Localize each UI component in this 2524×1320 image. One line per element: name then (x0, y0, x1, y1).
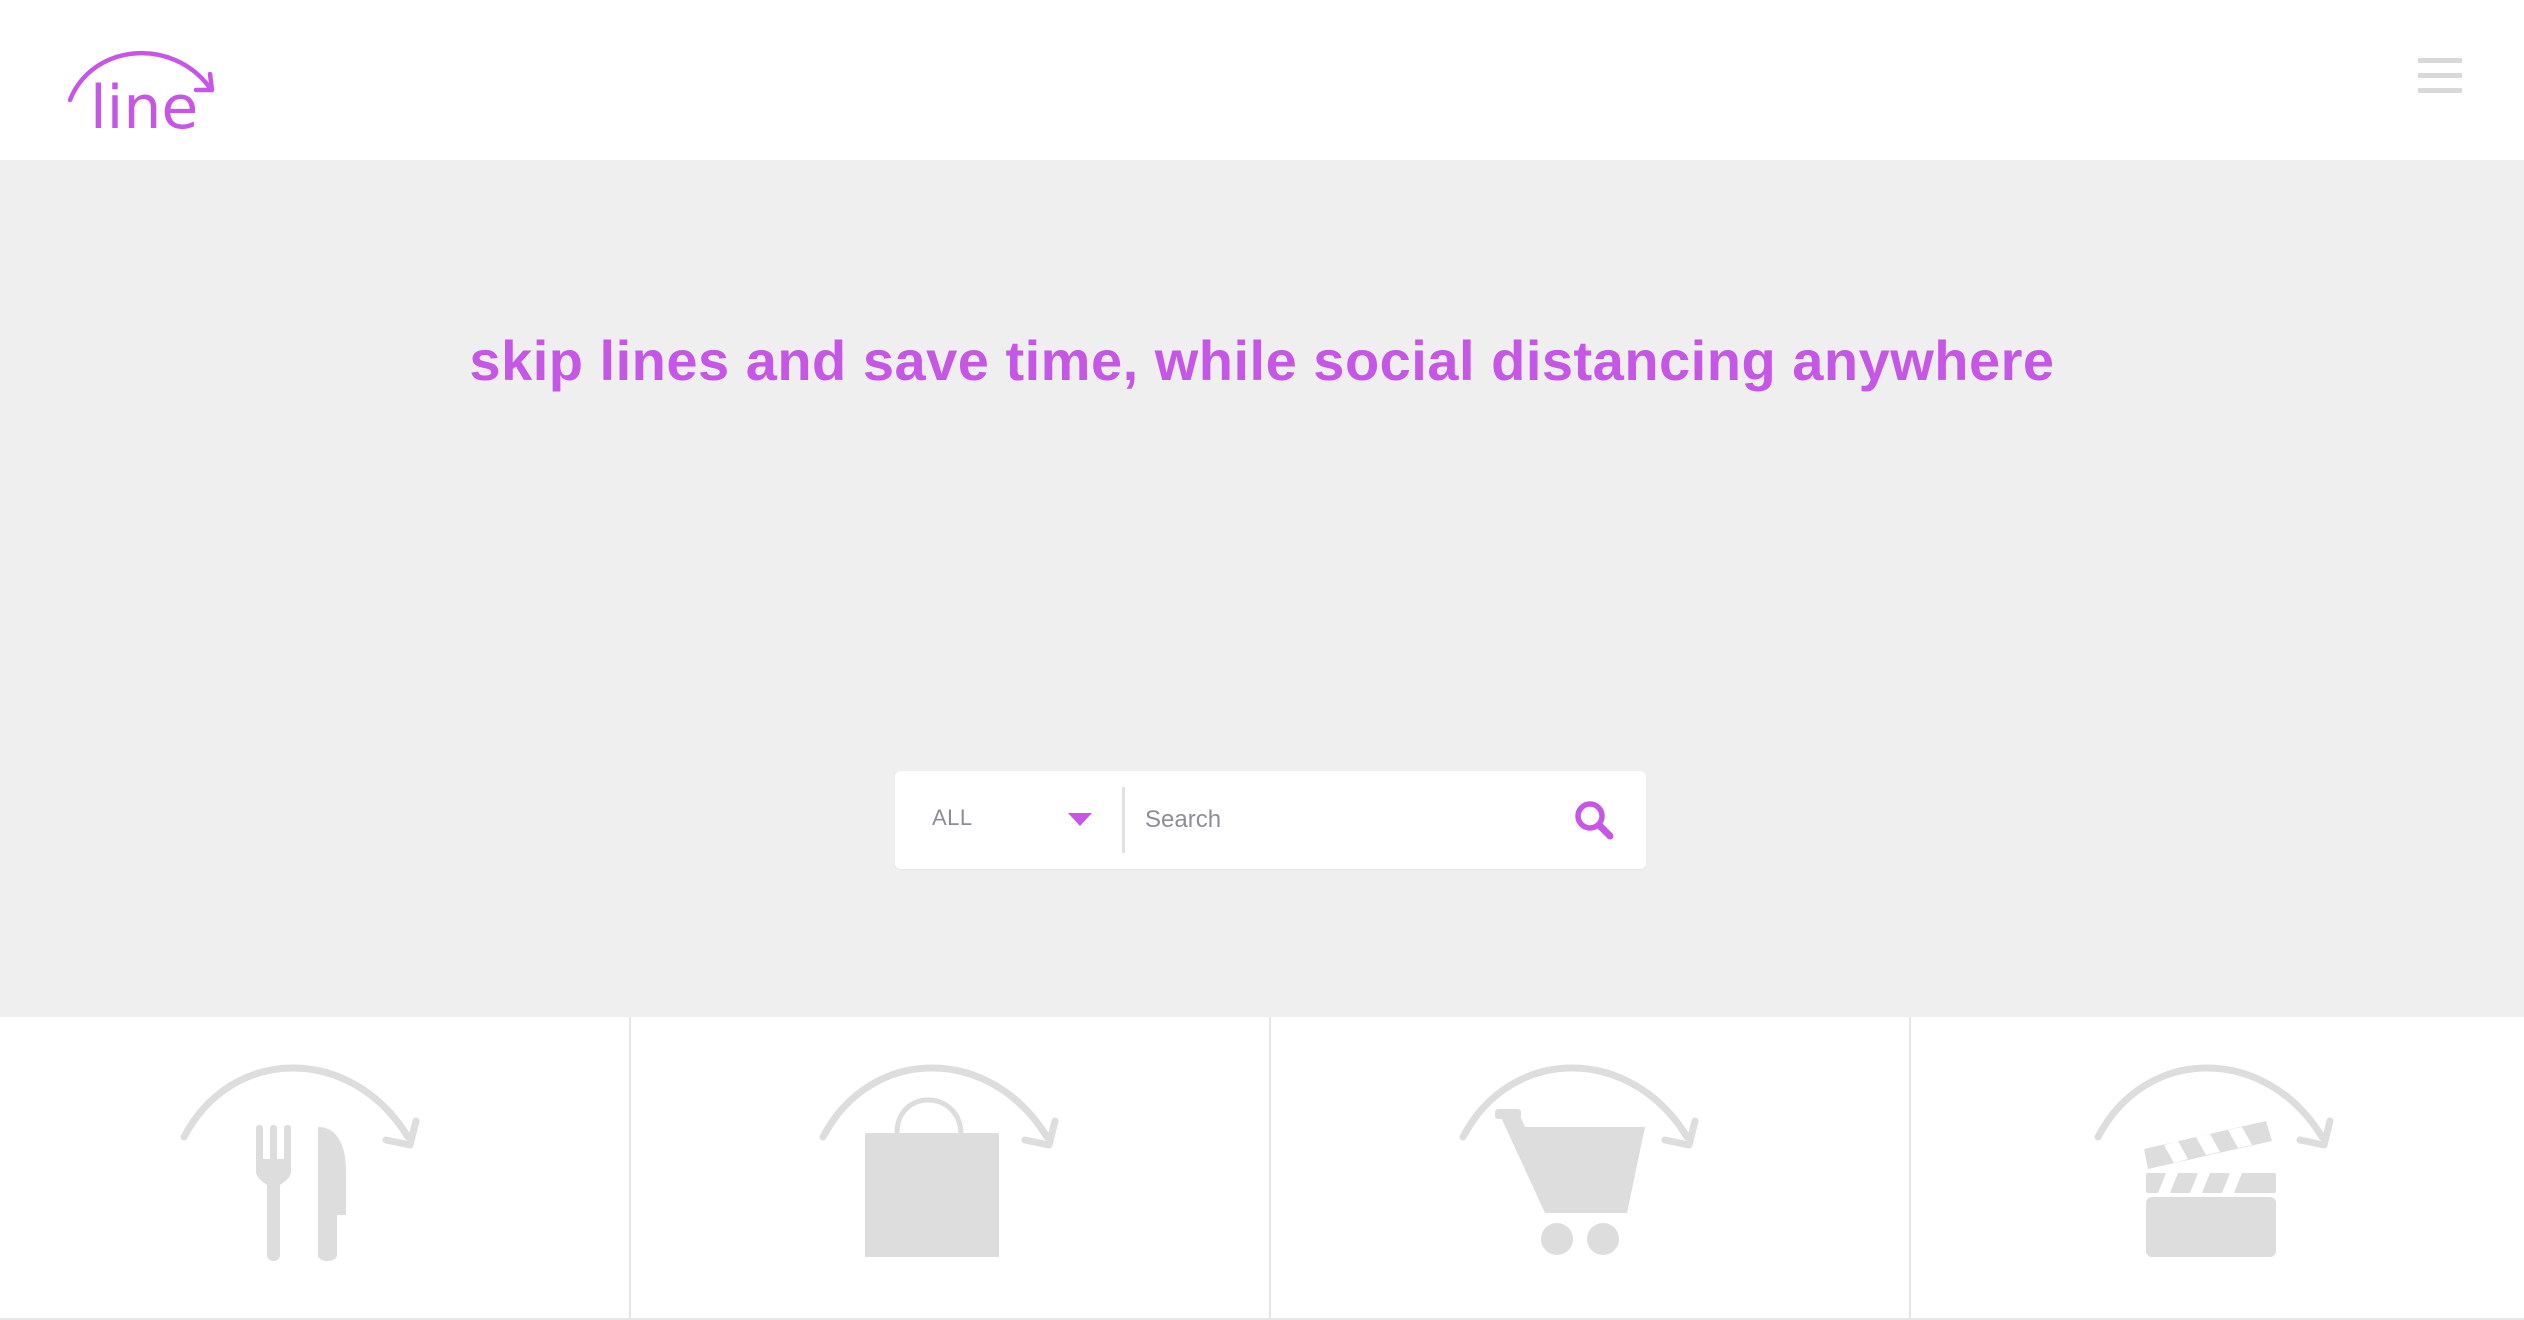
movie-clapperboard-icon (2086, 1037, 2346, 1277)
logo-text: line (90, 73, 198, 136)
category-tile-groceries[interactable] (1271, 1017, 1909, 1318)
search-icon (1575, 801, 1614, 840)
restaurant-icon (172, 1037, 432, 1277)
site-header: line (0, 0, 2524, 160)
search-input[interactable] (1145, 795, 1545, 845)
category-dropdown[interactable]: ALL (895, 771, 1122, 869)
hamburger-line (2418, 73, 2462, 78)
search-button[interactable] (1571, 797, 1617, 843)
logo-graphic: line (67, 50, 215, 136)
hamburger-line (2418, 88, 2462, 93)
shopping-bag-icon (811, 1037, 1071, 1277)
hero-section: skip lines and save time, while social d… (0, 160, 2524, 1017)
category-tile-restaurants[interactable] (0, 1017, 629, 1318)
hero-tagline: skip lines and save time, while social d… (469, 329, 2055, 392)
search-divider (1122, 787, 1125, 853)
category-tiles (0, 1017, 2524, 1320)
hamburger-line (2418, 58, 2462, 63)
search-bar: ALL (895, 771, 1646, 869)
category-tile-shopping[interactable] (631, 1017, 1269, 1318)
caret-down-icon (1068, 813, 1092, 826)
line-logo[interactable]: line (62, 36, 222, 136)
hamburger-menu-icon[interactable] (2418, 58, 2462, 94)
category-dropdown-value: ALL (932, 805, 973, 830)
shopping-cart-icon (1451, 1037, 1711, 1277)
category-tile-entertainment[interactable] (1911, 1017, 2524, 1318)
